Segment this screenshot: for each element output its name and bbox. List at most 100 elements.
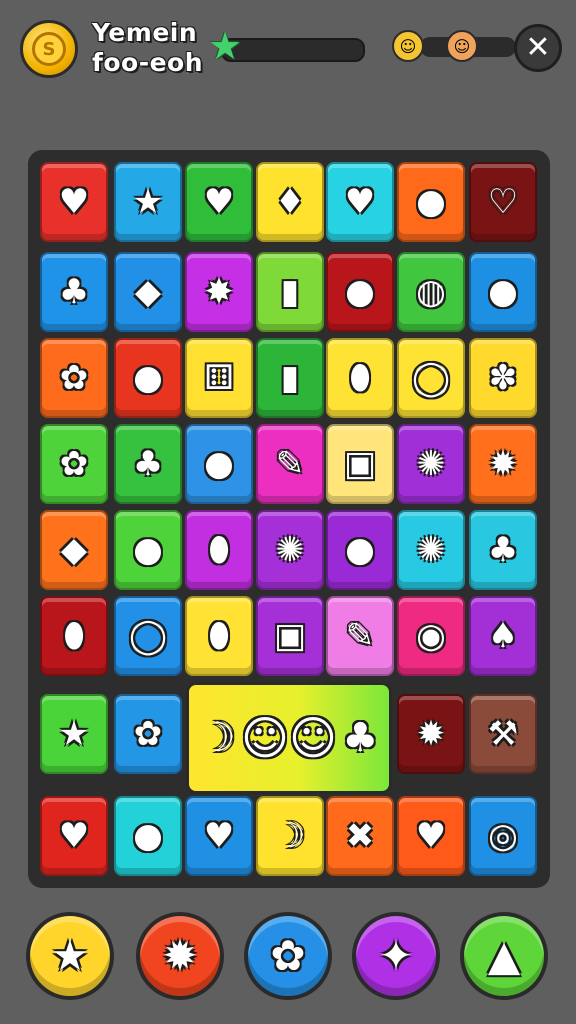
tile-gear[interactable]: ✺ — [397, 424, 465, 504]
booster-button-2[interactable]: ✹ — [136, 912, 224, 1000]
pill-icon: ⬮ — [349, 358, 371, 398]
tile-pill[interactable]: ⬮ — [326, 338, 394, 418]
banana-icon: ☽ — [274, 816, 306, 856]
hammer-icon: ⚒ — [487, 714, 519, 754]
player-progress-bar: ★ — [205, 26, 365, 66]
star-icon: ★ — [58, 714, 90, 754]
bell-icon: ♦ — [274, 182, 306, 222]
heart-icon: ♥ — [344, 182, 376, 222]
candy-wrap-icon: ⬮ — [63, 616, 85, 656]
candy-icon: ◆ — [134, 272, 162, 312]
tile-heart[interactable]: ♥ — [326, 162, 394, 242]
avatar-girl-icon: ☺ — [392, 30, 424, 62]
heart-icon: ♥ — [58, 816, 90, 856]
tile-book[interactable]: ▮ — [256, 252, 324, 332]
tile-bell[interactable]: ♦ — [256, 162, 324, 242]
tile-banana[interactable]: ☽ — [256, 796, 324, 876]
cherry-icon: ● — [345, 272, 375, 312]
tile-book[interactable]: ▮ — [256, 338, 324, 418]
special-combo-tile[interactable]: ☽ ☺☺ ♣ — [186, 682, 392, 794]
tile-shell[interactable]: ◎ — [469, 796, 537, 876]
heart-icon: ♥ — [203, 816, 235, 856]
tile-gear[interactable]: ✺ — [256, 510, 324, 590]
tile-bomb[interactable]: ● — [326, 510, 394, 590]
monster-icon: ◉ — [416, 616, 446, 656]
booster-button-5[interactable]: ▲ — [460, 912, 548, 1000]
flower-icon: ✿ — [133, 714, 163, 754]
tile-heart[interactable]: ♥ — [40, 162, 108, 242]
tile-leaf[interactable]: ♣ — [114, 424, 182, 504]
tile-block-face[interactable]: ▣ — [256, 596, 324, 676]
tile-gear[interactable]: ✿ — [40, 338, 108, 418]
tile-orange-ball[interactable]: ● — [114, 510, 182, 590]
tile-orange-ball[interactable]: ● — [114, 796, 182, 876]
burst-icon: ✹ — [488, 444, 518, 484]
tile-flower[interactable]: ✿ — [114, 694, 182, 774]
tile-cherry[interactable]: ● — [326, 252, 394, 332]
close-button[interactable]: ✕ — [514, 24, 562, 72]
tile-tree[interactable]: ♠ — [469, 596, 537, 676]
tile-dice[interactable]: ⚅ — [185, 338, 253, 418]
pencil-icon: ✎ — [275, 444, 305, 484]
booster-button-3[interactable]: ✿ — [244, 912, 332, 1000]
tile-burst[interactable]: ✸ — [185, 252, 253, 332]
tile-star[interactable]: ★ — [40, 694, 108, 774]
heart-ring-icon: ♡ — [487, 182, 519, 222]
tile-lollipop[interactable]: ● — [397, 162, 465, 242]
tile-monster[interactable]: ◉ — [397, 596, 465, 676]
tile-candy[interactable]: ◆ — [114, 252, 182, 332]
smiley-ball-icon: ● — [204, 444, 234, 484]
gear-booster-icon: ✹ — [162, 931, 198, 980]
book-icon: ▮ — [280, 358, 300, 398]
star-booster-icon: ★ — [51, 931, 89, 980]
block-face-icon: ▣ — [273, 616, 307, 656]
tile-heart[interactable]: ♥ — [185, 796, 253, 876]
leaf-icon: ♣ — [342, 715, 379, 761]
banana-icon: ☽ — [199, 715, 236, 761]
gear-icon: ✿ — [59, 444, 89, 484]
tile-ring[interactable]: ◯ — [114, 596, 182, 676]
bow-icon: ✽ — [488, 358, 518, 398]
tile-cherry[interactable]: ● — [114, 338, 182, 418]
tile-ring[interactable]: ◯ — [397, 338, 465, 418]
tile-hammer[interactable]: ⚒ — [469, 694, 537, 774]
tile-popsicle[interactable]: ◆ — [40, 510, 108, 590]
opponent-progress: ☺ ☺ — [392, 30, 522, 64]
tile-burst[interactable]: ✹ — [397, 694, 465, 774]
tile-star[interactable]: ★ — [114, 162, 182, 242]
flower-booster-icon: ✿ — [270, 931, 306, 980]
cherry-icon: ● — [133, 358, 163, 398]
tile-leaf[interactable]: ♣ — [40, 252, 108, 332]
tile-heart-ring[interactable]: ♡ — [469, 162, 537, 242]
sparkle-booster-icon: ✦ — [378, 931, 414, 980]
tile-gear[interactable]: ✺ — [397, 510, 465, 590]
crayon-icon: ✎ — [345, 616, 375, 656]
star-icon: ★ — [132, 182, 164, 222]
coin-symbol: S — [32, 32, 66, 66]
tile-block-face[interactable]: ▣ — [326, 424, 394, 504]
popsicle-icon: ◍ — [416, 272, 446, 312]
booster-button-1[interactable]: ★ — [26, 912, 114, 1000]
tile-smiley-ball[interactable]: ● — [185, 424, 253, 504]
tile-pill[interactable]: ⬮ — [185, 596, 253, 676]
burst-icon: ✸ — [204, 272, 234, 312]
tile-leaf[interactable]: ♣ — [469, 510, 537, 590]
tile-heart[interactable]: ♥ — [397, 796, 465, 876]
tile-gear[interactable]: ✿ — [40, 424, 108, 504]
tile-heart[interactable]: ♥ — [40, 796, 108, 876]
tile-cross[interactable]: ✖ — [326, 796, 394, 876]
tile-burst[interactable]: ✹ — [469, 424, 537, 504]
tile-popsicle[interactable]: ◍ — [397, 252, 465, 332]
heart-icon: ♥ — [58, 182, 90, 222]
tile-crayon[interactable]: ✎ — [326, 596, 394, 676]
tile-heart-lollipop[interactable]: ♥ — [185, 162, 253, 242]
tile-pencil[interactable]: ✎ — [256, 424, 324, 504]
tile-candy-bar[interactable]: ⬮ — [185, 510, 253, 590]
coin-icon[interactable]: S — [20, 20, 78, 78]
booster-button-4[interactable]: ✦ — [352, 912, 440, 1000]
burst-icon: ✹ — [416, 714, 446, 754]
leaf-icon: ♣ — [58, 272, 90, 312]
tile-bow[interactable]: ✽ — [469, 338, 537, 418]
tile-balloon[interactable]: ● — [469, 252, 537, 332]
tile-candy-wrap[interactable]: ⬮ — [40, 596, 108, 676]
